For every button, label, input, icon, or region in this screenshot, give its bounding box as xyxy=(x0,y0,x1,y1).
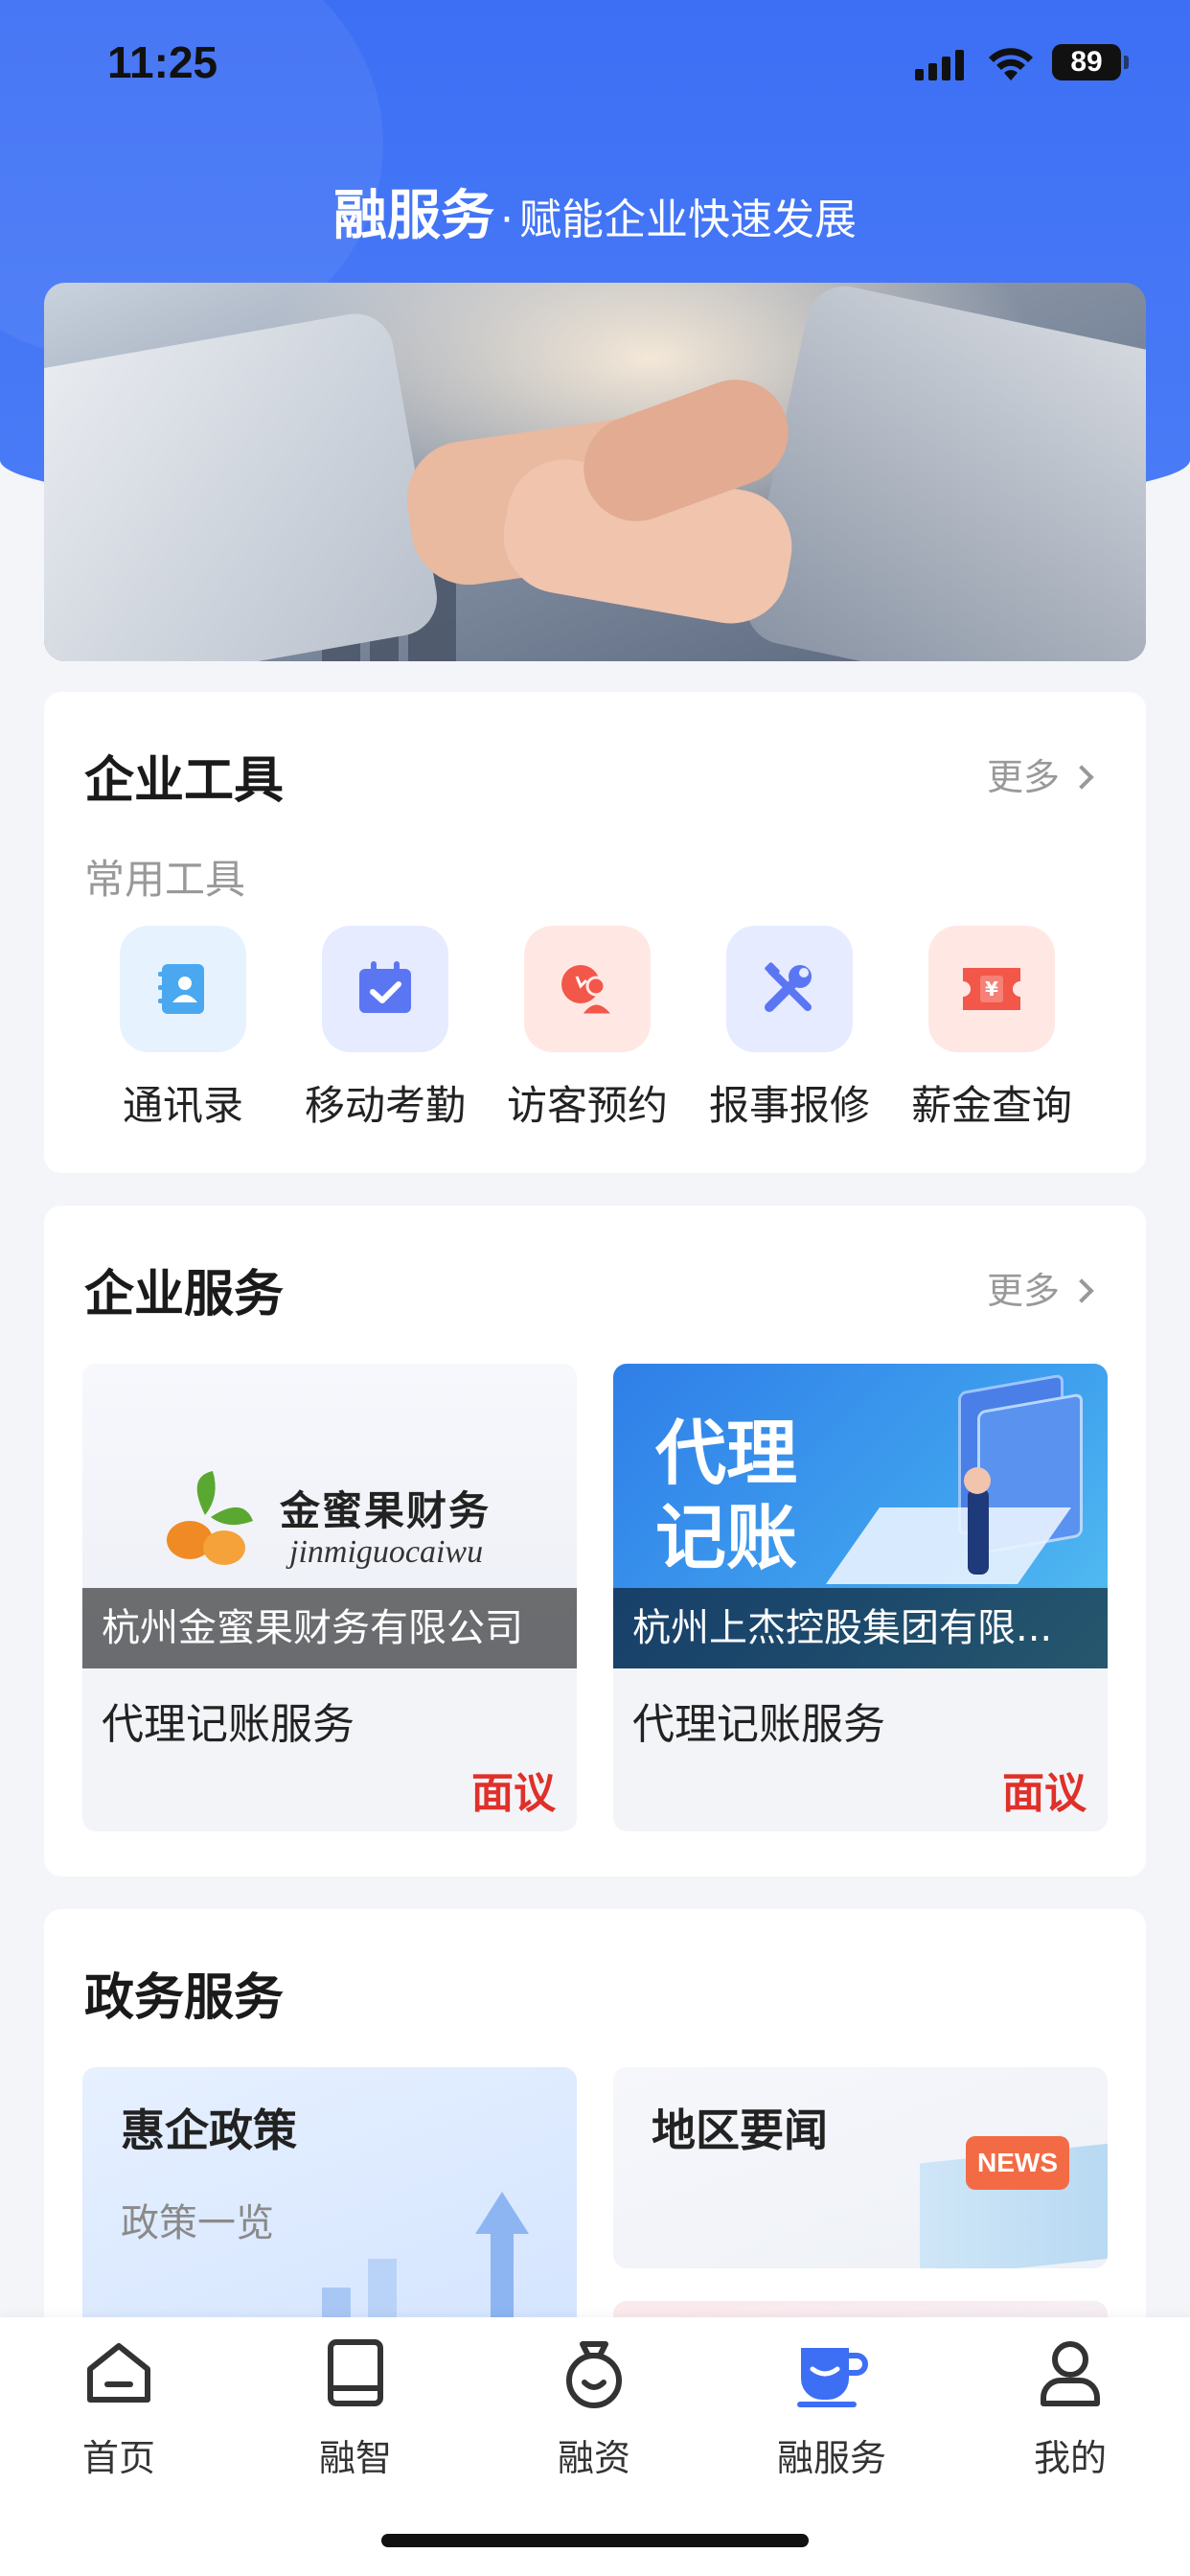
service-company: 杭州上杰控股集团有限... xyxy=(613,1588,1108,1668)
tool-repair[interactable]: 报事报修 xyxy=(689,926,890,1132)
signal-icon xyxy=(915,50,965,80)
services-card: 企业服务 更多 金蜜果财务 jinmiguocaiwu 杭州金蜜果财务有限公司 … xyxy=(44,1206,1146,1876)
calendar-check-icon xyxy=(322,926,448,1052)
tab-label: 我的 xyxy=(1033,2437,1107,2479)
battery-icon: 89 xyxy=(1052,44,1129,80)
more-label: 更多 xyxy=(986,756,1060,798)
visitor-icon xyxy=(524,926,651,1052)
salary-ticket-icon: ¥ xyxy=(928,926,1055,1052)
page-title: 融服务 · 赋能企业快速发展 xyxy=(0,172,1190,250)
user-icon xyxy=(1041,2341,1100,2406)
tool-contacts[interactable]: 通讯录 xyxy=(82,926,284,1132)
person-illustration xyxy=(968,1488,989,1575)
page-subtitle: 赋能企业快速发展 xyxy=(519,196,857,244)
tool-visitor[interactable]: 访客预约 xyxy=(487,926,688,1132)
platform-illustration xyxy=(825,1507,1072,1584)
tool-label: 访客预约 xyxy=(506,1082,668,1129)
tab-label: 融资 xyxy=(557,2437,630,2479)
service-price: 面议 xyxy=(471,1769,556,1818)
tool-attendance[interactable]: 移动考勤 xyxy=(285,926,486,1132)
tool-label: 薪金查询 xyxy=(910,1082,1072,1129)
banner-image[interactable] xyxy=(44,283,1146,661)
contacts-icon xyxy=(120,926,246,1052)
gov-tile-news[interactable]: 地区要闻 NEWS xyxy=(613,2067,1108,2268)
image-text-line2: 记账 xyxy=(655,1497,797,1579)
tool-label: 通讯录 xyxy=(122,1082,243,1129)
tab-service[interactable]: 融服务 xyxy=(736,2334,927,2481)
chevron-right-icon xyxy=(1069,1278,1094,1303)
news-badge: NEWS xyxy=(966,2136,1069,2190)
home-indicator xyxy=(381,2534,809,2547)
tab-label: 首页 xyxy=(81,2437,155,2479)
cup-icon xyxy=(797,2348,868,2407)
money-bag-icon xyxy=(566,2341,622,2408)
tools-section-title: 企业工具 xyxy=(84,752,285,810)
service-tile[interactable]: 代理 记账 杭州上杰控股集团有限... 代理记账服务 面议 xyxy=(613,1364,1108,1831)
service-price: 面议 xyxy=(1002,1769,1087,1818)
services-section-title: 企业服务 xyxy=(84,1266,285,1323)
gov-tile-title: 惠企政策 xyxy=(121,2104,297,2156)
status-bar: 11:25 89 xyxy=(0,0,1190,129)
tool-salary[interactable]: ¥ 薪金查询 xyxy=(891,926,1092,1132)
tab-label: 融服务 xyxy=(776,2437,886,2479)
svg-text:¥: ¥ xyxy=(985,978,998,1000)
tools-more-link[interactable]: 更多 xyxy=(986,748,1094,800)
service-tile[interactable]: 金蜜果财务 jinmiguocaiwu 杭州金蜜果财务有限公司 代理记账服务 面… xyxy=(82,1364,577,1831)
logo-pinyin: jinmiguocaiwu xyxy=(289,1534,484,1570)
gov-tile-title: 地区要闻 xyxy=(652,2104,828,2156)
tools-subtitle: 常用工具 xyxy=(84,856,246,903)
tool-label: 移动考勤 xyxy=(304,1082,466,1129)
tab-home[interactable]: 首页 xyxy=(23,2334,215,2481)
service-company: 杭州金蜜果财务有限公司 xyxy=(82,1588,577,1668)
tab-zhi[interactable]: 融智 xyxy=(260,2334,451,2481)
tab-label: 融智 xyxy=(318,2437,392,2479)
chevron-right-icon xyxy=(1069,765,1094,790)
service-name: 代理记账服务 xyxy=(632,1700,885,1749)
logo-text: 金蜜果财务 xyxy=(280,1487,492,1534)
status-time: 11:25 xyxy=(107,37,218,87)
page-title-main: 融服务 xyxy=(333,185,494,247)
more-label: 更多 xyxy=(986,1270,1060,1312)
tool-label: 报事报修 xyxy=(708,1082,870,1129)
arrow-up-illustration xyxy=(475,2192,529,2234)
title-separator: · xyxy=(500,196,514,244)
home-icon xyxy=(87,2343,150,2403)
tab-finance[interactable]: 融资 xyxy=(498,2334,690,2481)
wifi-icon xyxy=(989,48,1033,80)
gov-card: 政务服务 惠企政策 政策一览 地区要闻 NEWS xyxy=(44,1909,1146,2388)
gov-tile-subtitle: 政策一览 xyxy=(121,2201,274,2245)
book-icon xyxy=(328,2339,383,2406)
logo-icon xyxy=(167,1471,253,1565)
tab-mine[interactable]: 我的 xyxy=(974,2334,1166,2481)
service-name: 代理记账服务 xyxy=(102,1700,355,1749)
tools-card: 企业工具 更多 常用工具 通讯录 移动考勤 访客预约 报事报修 ¥ 薪金查询 xyxy=(44,692,1146,1173)
tools-icon xyxy=(726,926,853,1052)
services-more-link[interactable]: 更多 xyxy=(986,1261,1094,1314)
image-text-line1: 代理 xyxy=(655,1413,797,1495)
gov-section-title: 政务服务 xyxy=(84,1969,285,2027)
